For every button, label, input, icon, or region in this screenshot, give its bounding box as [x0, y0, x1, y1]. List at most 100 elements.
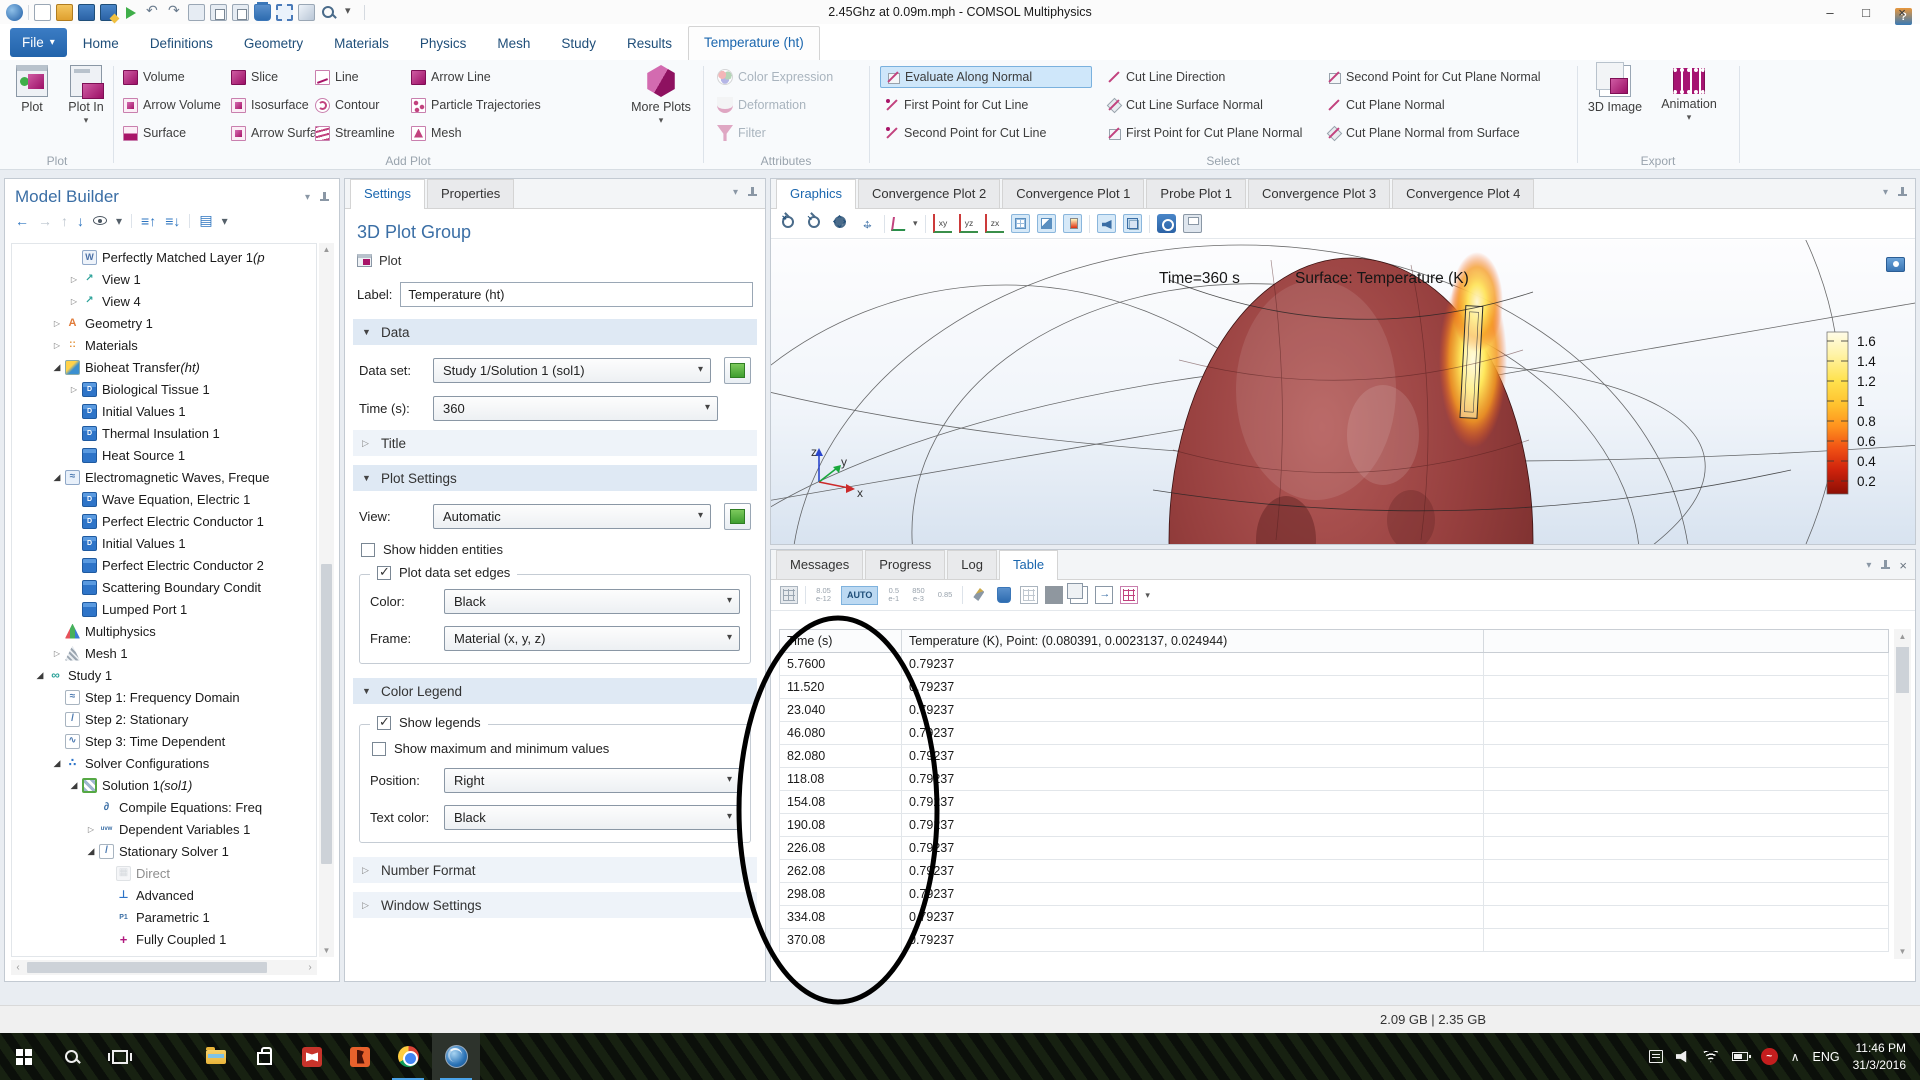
ribbon-tab-mesh[interactable]: Mesh [482, 28, 545, 60]
tree-item[interactable]: ◢Stationary Solver 1 [12, 840, 316, 862]
pin-icon[interactable] [319, 192, 329, 203]
expander-closed-icon[interactable]: ▷ [84, 825, 98, 834]
tree-item[interactable]: ◢Solution 1 (sol1) [12, 774, 316, 796]
ribbon-tab-study[interactable]: Study [546, 28, 611, 60]
new-view-button[interactable] [724, 503, 751, 530]
tree-item[interactable]: ▷Mesh 1 [12, 642, 316, 664]
plot-in-button[interactable]: Plot In▾ [60, 65, 112, 126]
table-row[interactable]: 298.080.79237 [779, 883, 1889, 906]
export-table-button[interactable] [1095, 586, 1113, 604]
dataset-select[interactable]: Study 1/Solution 1 (sol1) [433, 358, 711, 383]
table-row[interactable]: 46.0800.79237 [779, 722, 1889, 745]
zoom-out-button[interactable] [806, 214, 825, 233]
run-icon[interactable] [122, 4, 139, 21]
tab-progress[interactable]: Progress [865, 550, 945, 579]
plot-button[interactable]: Plot [6, 65, 58, 114]
cut-line-direction-button[interactable]: Cut Line Direction [1102, 66, 1230, 88]
expander-open-icon[interactable]: ◢ [50, 758, 64, 769]
tree-item[interactable]: Step 2: Stationary [12, 708, 316, 730]
chevron-down-icon[interactable]: ▾ [1866, 560, 1871, 571]
table-settings-button[interactable] [780, 586, 798, 604]
ribbon-tab-materials[interactable]: Materials [319, 28, 404, 60]
expander-closed-icon[interactable]: ▷ [67, 275, 81, 284]
expander-open-icon[interactable]: ◢ [84, 846, 98, 857]
table-row[interactable]: 82.0800.79237 [779, 745, 1889, 768]
ribbon-tab-geometry[interactable]: Geometry [229, 28, 318, 60]
mesh-button[interactable]: Mesh [406, 122, 467, 144]
tab-convergence-plot-2[interactable]: Convergence Plot 2 [858, 179, 1000, 208]
zoom-extents-button[interactable] [858, 214, 877, 233]
undo-icon[interactable] [144, 4, 161, 21]
tree-item[interactable]: ◢Solver Configurations [12, 752, 316, 774]
book-app-taskbar-button[interactable] [288, 1033, 336, 1080]
tree-item[interactable]: Wave Equation, Electric 1 [12, 488, 316, 510]
tree-item[interactable]: ▷Dependent Variables 1 [12, 818, 316, 840]
tree-item[interactable]: Direct [12, 862, 316, 884]
move-up-button[interactable]: ↑ [61, 213, 68, 229]
volume-icon[interactable] [1676, 1051, 1690, 1063]
file-menu-button[interactable]: File ▾ [10, 28, 67, 57]
engineering-button[interactable]: 850 e-3 [909, 585, 928, 605]
section-number-format[interactable]: ▷Number Format [353, 857, 757, 883]
show-eye-icon[interactable] [93, 216, 107, 225]
arrow-line-button[interactable]: Arrow Line [406, 66, 496, 88]
edge-taskbar-button[interactable] [144, 1033, 192, 1080]
tree-item[interactable]: ▷Materials [12, 334, 316, 356]
tree-item[interactable]: ▷Geometry 1 [12, 312, 316, 334]
wifi-icon[interactable] [1703, 1051, 1719, 1063]
table-row[interactable]: 11.5200.79237 [779, 676, 1889, 699]
ribbon-tab-results[interactable]: Results [612, 28, 687, 60]
second-point-for-cut-line-button[interactable]: Second Point for Cut Line [880, 122, 1051, 144]
automatic-precision-button[interactable]: AUTO [841, 586, 878, 605]
frame-select[interactable]: Material (x, y, z) [444, 626, 740, 651]
tree-item[interactable]: Initial Values 1 [12, 400, 316, 422]
tree-item[interactable]: Advanced [12, 884, 316, 906]
scene-light-button[interactable] [1037, 214, 1056, 233]
tab-convergence-plot-4[interactable]: Convergence Plot 4 [1392, 179, 1534, 208]
sound-button[interactable] [1097, 214, 1116, 233]
table-row[interactable]: 226.080.79237 [779, 837, 1889, 860]
tree-item[interactable]: Heat Source 1 [12, 444, 316, 466]
search-taskbar-button[interactable] [48, 1033, 96, 1080]
expander-open-icon[interactable]: ◢ [33, 670, 47, 681]
tree-item[interactable]: ▷View 4 [12, 290, 316, 312]
tab-convergence-plot-1[interactable]: Convergence Plot 1 [1002, 179, 1144, 208]
open-file-icon[interactable] [56, 4, 73, 21]
table-row[interactable]: 5.76000.79237 [779, 653, 1889, 676]
paste-icon[interactable] [210, 4, 227, 21]
ribbon-tab-temperature-ht[interactable]: Temperature (ht) [688, 26, 820, 60]
zoom-select-icon[interactable] [320, 4, 337, 21]
show-hidden-checkbox[interactable] [361, 543, 375, 557]
tree-item[interactable]: Thermal Insulation 1 [12, 422, 316, 444]
new-dataset-button[interactable] [724, 357, 751, 384]
color-legend-toggle-button[interactable] [1063, 214, 1082, 233]
tree-horizontal-scrollbar[interactable]: ‹ › [11, 960, 317, 975]
full-precision-button[interactable]: 8.05 e-12 [813, 585, 834, 605]
isosurface-button[interactable]: Isosurface [226, 94, 314, 116]
expander-closed-icon[interactable]: ▷ [50, 319, 64, 328]
tree-item[interactable]: ▷View 1 [12, 268, 316, 290]
store-taskbar-button[interactable] [240, 1033, 288, 1080]
battery-icon[interactable] [1732, 1052, 1748, 1061]
volume-button[interactable]: Volume [118, 66, 190, 88]
ribbon-tab-home[interactable]: Home [68, 28, 134, 60]
section-color-legend[interactable]: ▼Color Legend [353, 678, 757, 704]
tree-item[interactable]: Fully Coupled 1 [12, 928, 316, 950]
close-button[interactable]: × [1884, 0, 1920, 24]
expander-open-icon[interactable]: ◢ [50, 472, 64, 483]
edge-color-select[interactable]: Black [444, 589, 740, 614]
select-frame-icon[interactable] [276, 4, 293, 21]
new-file-icon[interactable] [34, 4, 51, 21]
back-button[interactable]: ← [15, 213, 29, 229]
print-button[interactable] [1183, 214, 1202, 233]
minimize-button[interactable]: – [1812, 0, 1848, 24]
plot-button[interactable]: Plot [353, 253, 757, 280]
ribbon-tab-definitions[interactable]: Definitions [135, 28, 228, 60]
animation-button[interactable]: Animation▾ [1648, 65, 1730, 123]
time-select[interactable]: 360 [433, 396, 718, 421]
pin-icon[interactable] [1897, 187, 1907, 198]
filter-button[interactable]: Filter [712, 122, 771, 144]
file-explorer-taskbar-button[interactable] [192, 1033, 240, 1080]
close-icon[interactable]: × [1899, 558, 1907, 573]
zoom-box-button[interactable] [832, 214, 851, 233]
